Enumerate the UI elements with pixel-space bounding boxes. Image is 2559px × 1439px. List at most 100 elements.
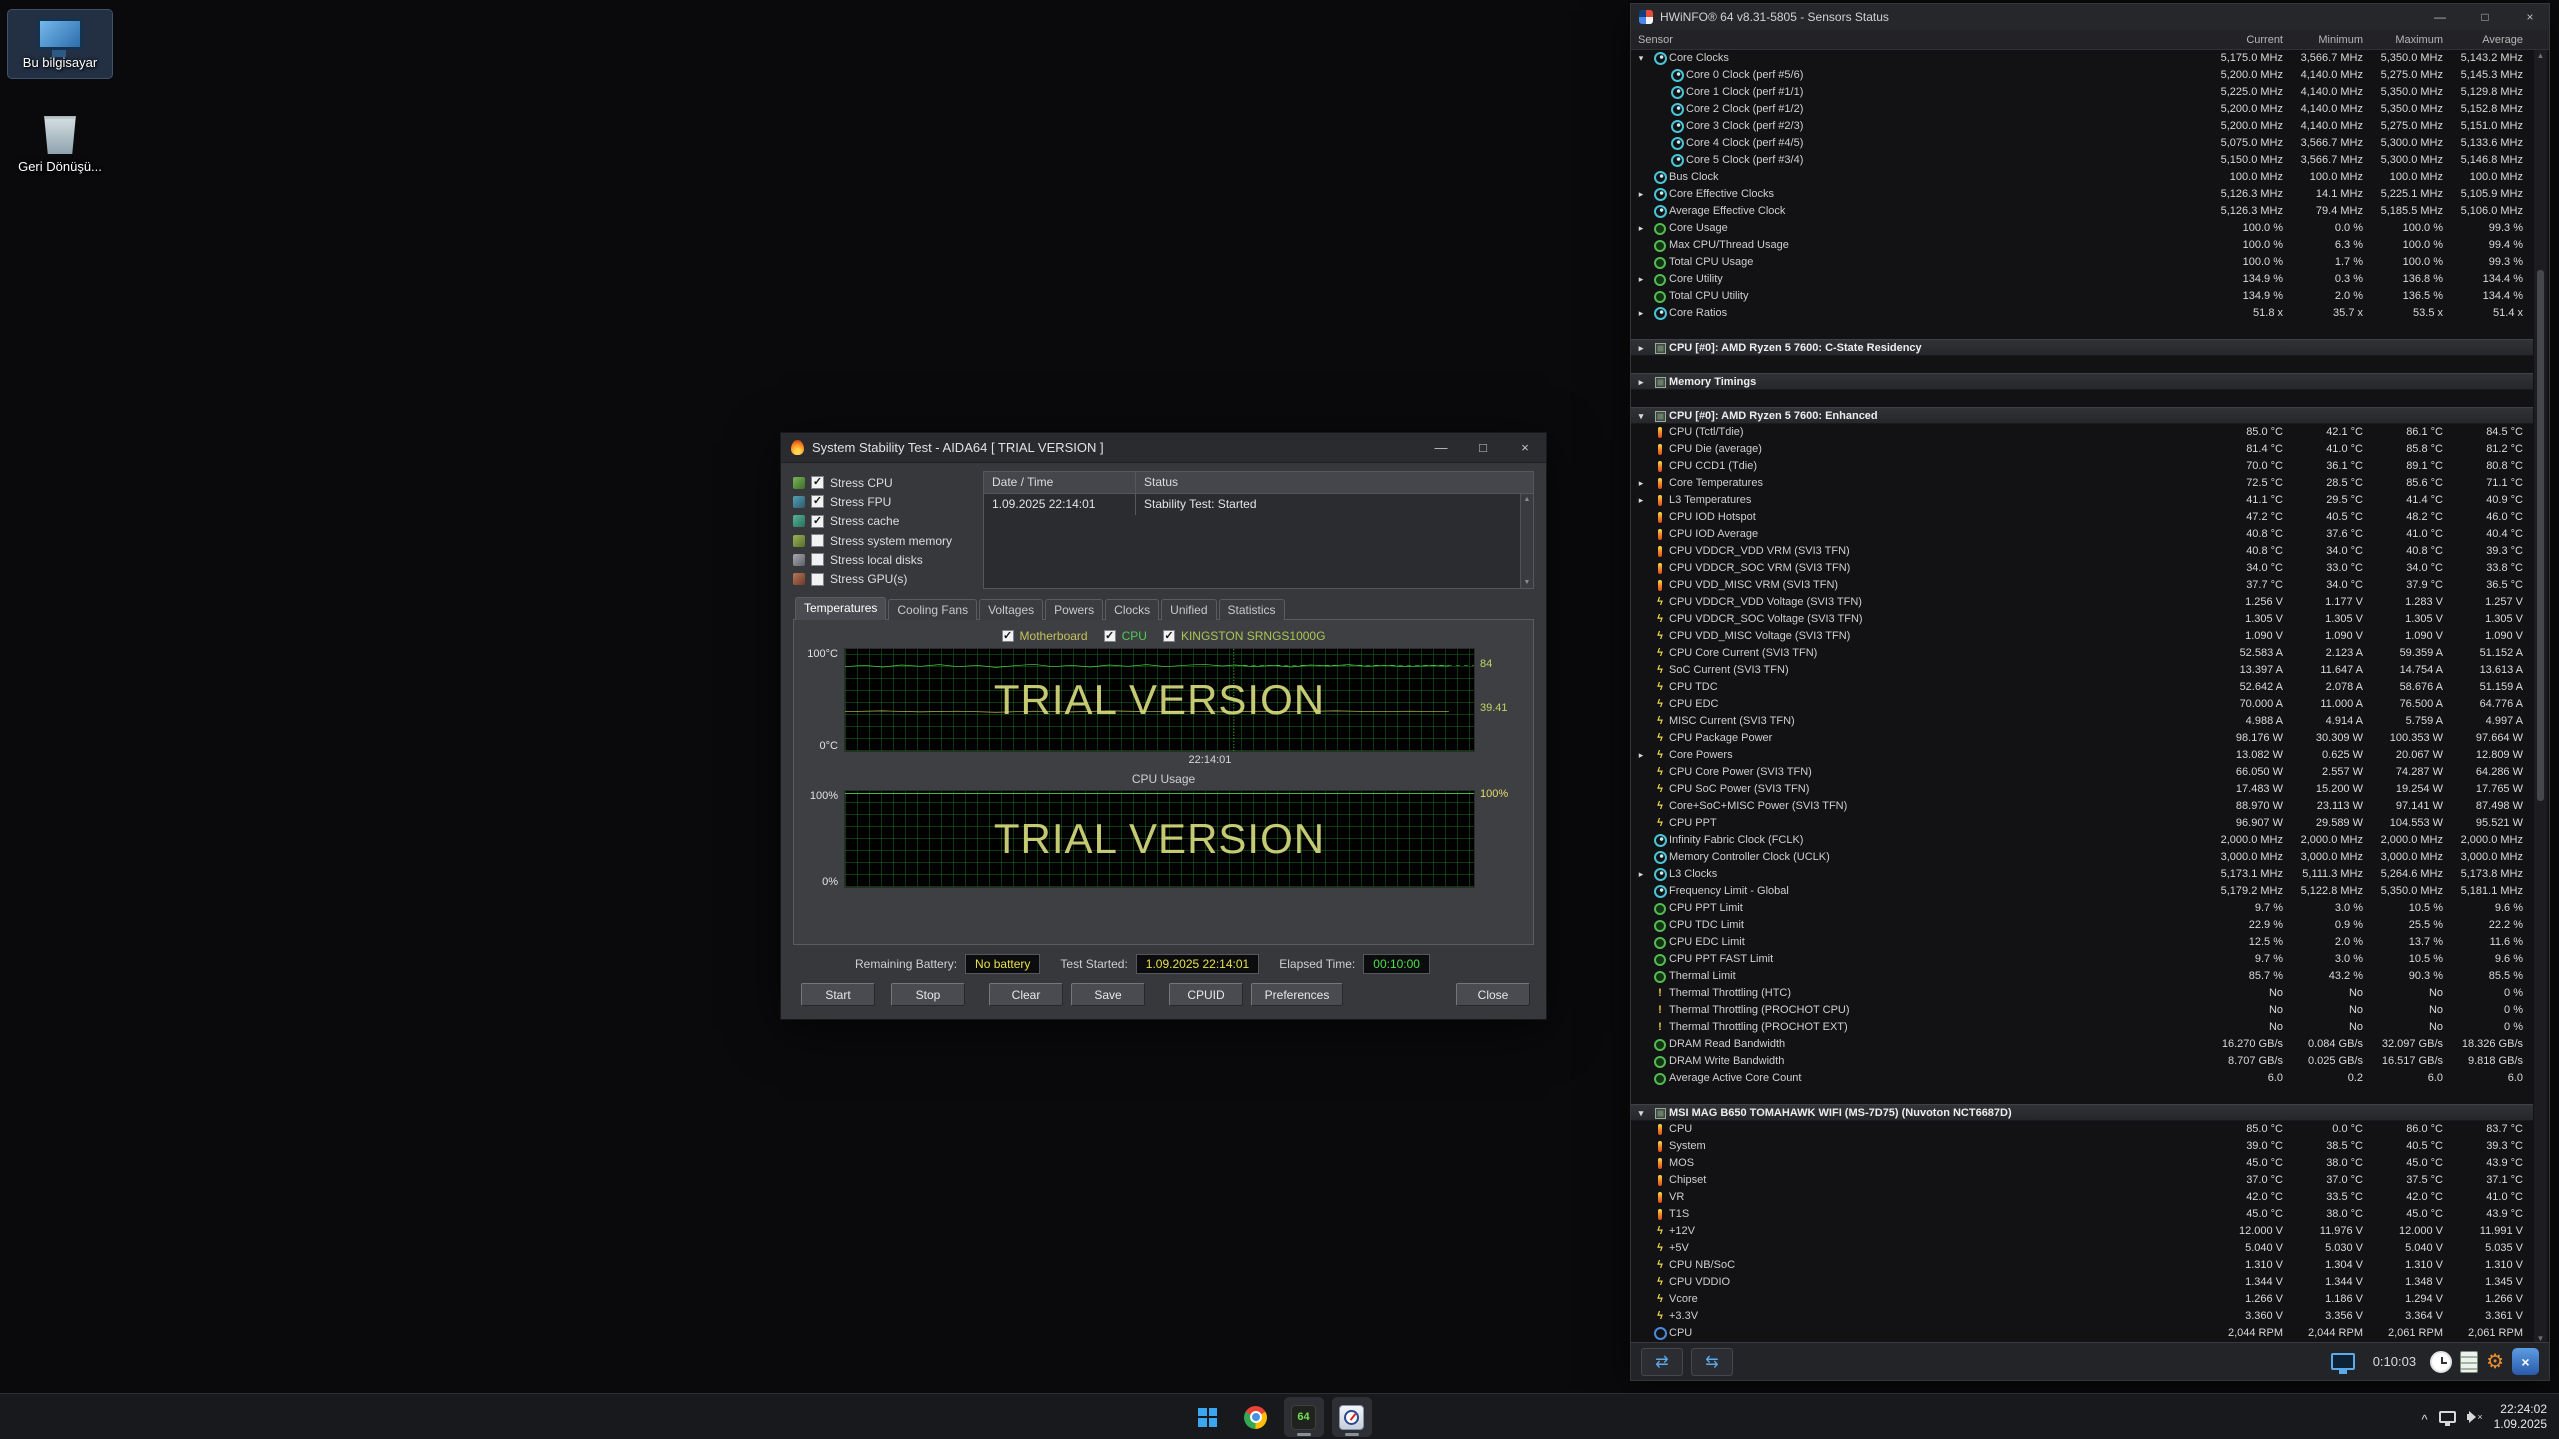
sensor-row[interactable]: CPU Core Power (SVI3 TFN) 66.050 W 2.557… — [1631, 764, 2533, 781]
expand-arrow-icon[interactable]: ▸ — [1631, 492, 1651, 509]
sensor-row[interactable]: Average Active Core Count 6.0 0.2 6.0 6.… — [1631, 1070, 2533, 1087]
stress-checkbox[interactable] — [811, 573, 824, 586]
sensor-row[interactable]: Total CPU Usage 100.0 % 1.7 % 100.0 % 99… — [1631, 254, 2533, 271]
sensor-row[interactable]: Bus Clock 100.0 MHz 100.0 MHz 100.0 MHz … — [1631, 169, 2533, 186]
save-button[interactable]: Save — [1071, 983, 1145, 1006]
tab[interactable]: Voltages — [979, 599, 1043, 620]
sensor-row[interactable]: CPU 85.0 °C 0.0 °C 86.0 °C 83.7 °C — [1631, 1121, 2533, 1138]
sensor-row[interactable]: CPU Die (average) 81.4 °C 41.0 °C 85.8 °… — [1631, 441, 2533, 458]
sensor-row[interactable]: ▸ Core Ratios 51.8 x 35.7 x 53.5 x 51.4 … — [1631, 305, 2533, 322]
sensor-row[interactable]: ▸ Core Usage 100.0 % 0.0 % 100.0 % 99.3 … — [1631, 220, 2533, 237]
stress-option[interactable]: Stress cache — [793, 512, 971, 531]
tray-overflow-chevron-icon[interactable]: ^ — [2422, 1412, 2428, 1427]
scrollbar-thumb[interactable] — [2537, 270, 2544, 801]
stress-checkbox[interactable] — [811, 534, 824, 547]
legend-checkbox[interactable] — [1002, 630, 1014, 642]
sensor-row[interactable]: CPU 2,044 RPM 2,044 RPM 2,061 RPM 2,061 … — [1631, 1325, 2533, 1342]
tab[interactable]: Clocks — [1105, 599, 1159, 620]
sensor-row[interactable]: CPU VDD_MISC VRM (SVI3 TFN) 37.7 °C 34.0… — [1631, 577, 2533, 594]
sensor-row[interactable]: Total CPU Utility 134.9 % 2.0 % 136.5 % … — [1631, 288, 2533, 305]
sensor-row[interactable]: CPU Package Power 98.176 W 30.309 W 100.… — [1631, 730, 2533, 747]
stress-option[interactable]: Stress FPU — [793, 492, 971, 511]
sensor-row[interactable]: CPU VDDCR_SOC VRM (SVI3 TFN) 34.0 °C 33.… — [1631, 560, 2533, 577]
log-col-datetime[interactable]: Date / Time — [984, 472, 1136, 493]
expand-arrow-icon[interactable]: ▾ — [1631, 50, 1651, 67]
stress-option[interactable]: Stress local disks — [793, 550, 971, 569]
expand-arrow-icon[interactable]: ▸ — [1631, 340, 1651, 357]
sensor-row[interactable]: Core 5 Clock (perf #3/4) 5,150.0 MHz 3,5… — [1631, 152, 2533, 169]
tab[interactable]: Cooling Fans — [888, 599, 977, 620]
maximize-button[interactable]: □ — [1462, 433, 1504, 463]
sensor-row[interactable]: Vcore 1.266 V 1.186 V 1.294 V 1.266 V — [1631, 1291, 2533, 1308]
minimize-button[interactable]: — — [2421, 4, 2459, 30]
log-row[interactable]: 1.09.2025 22:14:01 Stability Test: Start… — [984, 494, 1533, 515]
sensor-row[interactable]: Infinity Fabric Clock (FCLK) 2,000.0 MHz… — [1631, 832, 2533, 849]
expand-arrow-icon[interactable]: ▸ — [1631, 186, 1651, 203]
sensor-row[interactable]: Chipset 37.0 °C 37.0 °C 37.5 °C 37.1 °C — [1631, 1172, 2533, 1189]
scroll-up-icon[interactable]: ▲ — [2537, 51, 2545, 60]
sensor-row[interactable]: ▸ Core Temperatures 72.5 °C 28.5 °C 85.6… — [1631, 475, 2533, 492]
close-button[interactable]: × — [2511, 4, 2549, 30]
stress-option[interactable]: Stress system memory — [793, 531, 971, 550]
sensor-row[interactable]: ▾ MSI MAG B650 TOMAHAWK WIFI (MS-7D75) (… — [1631, 1104, 2533, 1121]
preferences-button[interactable]: Preferences — [1251, 983, 1343, 1006]
sensor-row[interactable]: CPU EDC Limit 12.5 % 2.0 % 13.7 % 11.6 % — [1631, 934, 2533, 951]
sensor-scrollbar[interactable]: ▲ ▼ — [2534, 50, 2547, 1344]
hwinfo-titlebar[interactable]: HWiNFO® 64 v8.31-5805 - Sensors Status —… — [1631, 4, 2549, 30]
sensor-row[interactable]: ▸ Core Effective Clocks 5,126.3 MHz 14.1… — [1631, 186, 2533, 203]
stop-button[interactable]: Stop — [891, 983, 965, 1006]
expand-arrow-icon[interactable]: ▸ — [1631, 866, 1651, 883]
sensor-row[interactable]: ▸ Core Powers 13.082 W 0.625 W 20.067 W … — [1631, 747, 2533, 764]
sensor-row[interactable]: CPU VDDCR_VDD VRM (SVI3 TFN) 40.8 °C 34.… — [1631, 543, 2533, 560]
sensor-row[interactable]: Average Effective Clock 5,126.3 MHz 79.4… — [1631, 203, 2533, 220]
sensor-row[interactable]: CPU PPT Limit 9.7 % 3.0 % 10.5 % 9.6 % — [1631, 900, 2533, 917]
legend-item[interactable]: CPU — [1104, 626, 1147, 646]
sensor-row[interactable]: DRAM Read Bandwidth 16.270 GB/s 0.084 GB… — [1631, 1036, 2533, 1053]
taskbar-aida64[interactable]: 64 — [1284, 1397, 1324, 1437]
taskbar-chrome[interactable] — [1236, 1397, 1276, 1437]
sensor-row[interactable]: Memory Controller Clock (UCLK) 3,000.0 M… — [1631, 849, 2533, 866]
sensor-row[interactable]: T1S 45.0 °C 38.0 °C 45.0 °C 43.9 °C — [1631, 1206, 2533, 1223]
reset-minmax-button[interactable]: ⇄ — [1641, 1348, 1683, 1376]
monitoring-icon[interactable] — [2331, 1353, 2355, 1370]
sensor-row[interactable]: CPU VDDIO 1.344 V 1.344 V 1.348 V 1.345 … — [1631, 1274, 2533, 1291]
expand-arrow-icon[interactable]: ▾ — [1631, 408, 1651, 425]
legend-item[interactable]: KINGSTON SRNGS1000G — [1163, 626, 1326, 646]
network-icon[interactable] — [2439, 1411, 2456, 1423]
sensor-row[interactable]: MISC Current (SVI3 TFN) 4.988 A 4.914 A … — [1631, 713, 2533, 730]
col-minimum[interactable]: Minimum — [2293, 34, 2373, 46]
sensor-row[interactable]: CPU EDC 70.000 A 11.000 A 76.500 A 64.77… — [1631, 696, 2533, 713]
col-current[interactable]: Current — [2201, 34, 2293, 46]
sensor-row[interactable]: Core+SoC+MISC Power (SVI3 TFN) 88.970 W … — [1631, 798, 2533, 815]
legend-checkbox[interactable] — [1104, 630, 1116, 642]
tab[interactable]: Powers — [1045, 599, 1103, 620]
taskbar-hwinfo[interactable] — [1332, 1397, 1372, 1437]
col-average[interactable]: Average — [2453, 34, 2533, 46]
tab[interactable]: Temperatures — [795, 597, 886, 620]
close-dialog-button[interactable]: Close — [1456, 983, 1530, 1006]
sensor-row[interactable]: CPU PPT 96.907 W 29.589 W 104.553 W 95.5… — [1631, 815, 2533, 832]
sensor-row[interactable]: Core 4 Clock (perf #4/5) 5,075.0 MHz 3,5… — [1631, 135, 2533, 152]
sensor-row[interactable]: ▾ Core Clocks 5,175.0 MHz 3,566.7 MHz 5,… — [1631, 50, 2533, 67]
sensor-row[interactable]: CPU VDDCR_SOC Voltage (SVI3 TFN) 1.305 V… — [1631, 611, 2533, 628]
stress-checkbox[interactable] — [811, 553, 824, 566]
sensor-row[interactable]: ▾ CPU [#0]: AMD Ryzen 5 7600: Enhanced — [1631, 407, 2533, 424]
sensor-row[interactable]: Core 3 Clock (perf #2/3) 5,200.0 MHz 4,1… — [1631, 118, 2533, 135]
sensor-row[interactable]: Core 1 Clock (perf #1/1) 5,225.0 MHz 4,1… — [1631, 84, 2533, 101]
tray-clock[interactable]: 22:24:02 1.09.2025 — [2494, 1402, 2547, 1432]
sensor-row[interactable]: CPU VDDCR_VDD Voltage (SVI3 TFN) 1.256 V… — [1631, 594, 2533, 611]
sensor-row[interactable]: Thermal Throttling (PROCHOT EXT) No No N… — [1631, 1019, 2533, 1036]
sensor-row[interactable]: Frequency Limit - Global 5,179.2 MHz 5,1… — [1631, 883, 2533, 900]
sensor-row[interactable]: CPU PPT FAST Limit 9.7 % 3.0 % 10.5 % 9.… — [1631, 951, 2533, 968]
clear-button[interactable]: Clear — [989, 983, 1063, 1006]
start-button[interactable] — [1188, 1397, 1228, 1437]
sensor-row[interactable]: CPU VDD_MISC Voltage (SVI3 TFN) 1.090 V … — [1631, 628, 2533, 645]
minimize-button[interactable]: — — [1420, 433, 1462, 463]
sensor-row[interactable]: ▸ Memory Timings — [1631, 373, 2533, 390]
legend-checkbox[interactable] — [1163, 630, 1175, 642]
sensor-row[interactable]: CPU TDC 52.642 A 2.078 A 58.676 A 51.159… — [1631, 679, 2533, 696]
volume-muted-icon[interactable]: × — [2467, 1410, 2483, 1424]
sensor-row[interactable]: CPU (Tctl/Tdie) 85.0 °C 42.1 °C 86.1 °C … — [1631, 424, 2533, 441]
expand-arrow-icon[interactable]: ▾ — [1631, 1105, 1651, 1122]
sensor-row[interactable]: Core 2 Clock (perf #1/2) 5,200.0 MHz 4,1… — [1631, 101, 2533, 118]
